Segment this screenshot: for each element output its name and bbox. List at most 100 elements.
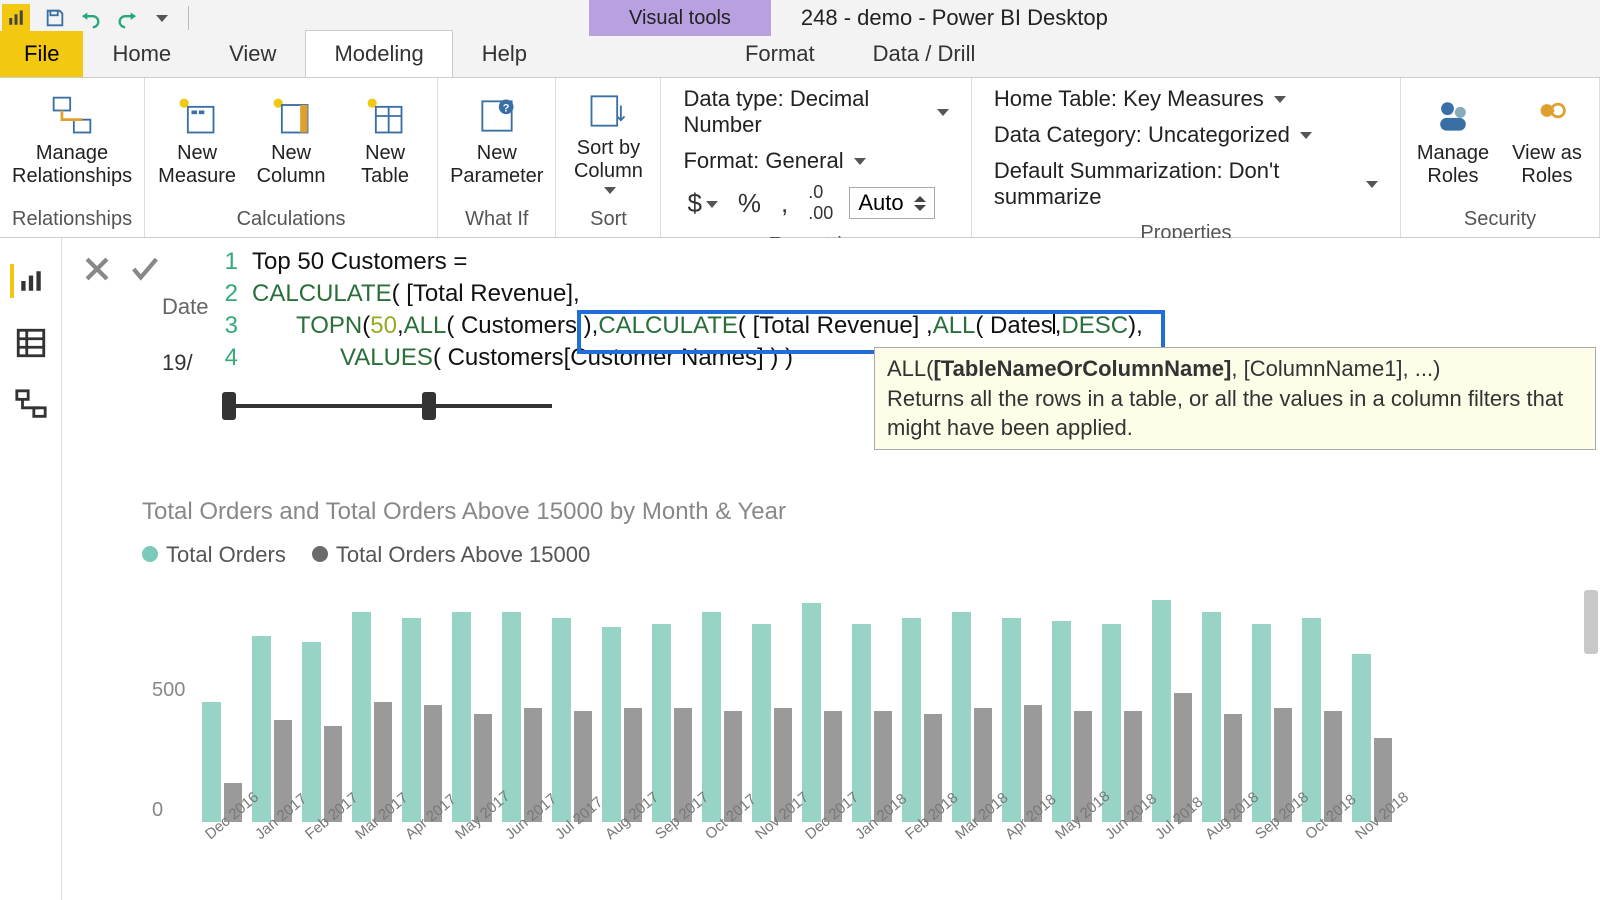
bar-pair	[1052, 621, 1092, 822]
bar-total-orders	[902, 618, 921, 822]
percent-button[interactable]: %	[734, 188, 765, 219]
svg-text:?: ?	[503, 102, 510, 114]
tooltip-description: Returns all the rows in a table, or all …	[887, 384, 1583, 443]
decimal-places-input[interactable]: Auto	[849, 187, 934, 219]
default-summarization-dropdown[interactable]: Default Summarization: Don't summarize	[984, 154, 1388, 214]
undo-icon[interactable]	[80, 7, 102, 29]
chevron-down-icon	[1366, 181, 1378, 188]
app-logo-icon	[2, 4, 30, 32]
new-parameter-button[interactable]: ? New Parameter	[450, 94, 543, 188]
button-label: View as Roles	[1512, 142, 1582, 188]
manage-roles-button[interactable]: Manage Roles	[1413, 94, 1493, 188]
bar-pair	[1202, 612, 1242, 822]
chart-bars	[202, 582, 1580, 822]
home-table-dropdown[interactable]: Home Table: Key Measures	[984, 82, 1296, 116]
column-chart-visual[interactable]: Total Orders and Total Orders Above 1500…	[142, 498, 1580, 898]
y-axis: 500 0	[152, 582, 185, 822]
group-label: What If	[438, 204, 555, 237]
tab-format[interactable]: Format	[716, 30, 844, 77]
tab-home[interactable]: Home	[83, 30, 200, 77]
button-label: Manage Relationships	[12, 142, 132, 188]
new-table-button[interactable]: New Table	[345, 94, 425, 188]
model-view-icon[interactable]	[14, 388, 48, 422]
bar-total-orders	[1002, 618, 1021, 822]
tooltip-signature: ALL([TableNameOrColumnName], [ColumnName…	[887, 354, 1583, 384]
data-category-dropdown[interactable]: Data Category: Uncategorized	[984, 118, 1322, 152]
slicer-label: Date	[162, 294, 208, 320]
dropdown-icon[interactable]	[604, 187, 616, 194]
save-icon[interactable]	[44, 7, 66, 29]
ribbon-group-security: Manage Roles View as Roles Security	[1401, 78, 1600, 237]
tab-data-drill[interactable]: Data / Drill	[844, 30, 1005, 77]
bar-total-orders	[1252, 624, 1271, 822]
bar-total-orders	[602, 627, 621, 822]
group-label: Relationships	[0, 204, 144, 237]
date-slicer[interactable]: Date 19/	[162, 294, 208, 376]
view-as-roles-button[interactable]: View as Roles	[1507, 94, 1587, 188]
bar-pair	[1002, 618, 1042, 822]
view-switcher	[0, 238, 62, 900]
button-label: New Measure	[158, 142, 236, 188]
button-label: Sort by Column	[574, 137, 643, 183]
bar-total-orders	[302, 642, 321, 822]
bar-total-orders	[702, 612, 721, 822]
report-view-icon[interactable]	[10, 264, 44, 298]
bar-pair	[952, 612, 992, 822]
bar-pair	[452, 612, 492, 822]
spinner-icon[interactable]	[914, 196, 926, 211]
slicer-value: 19/	[162, 350, 208, 376]
bar-pair	[902, 618, 942, 822]
bar-pair	[302, 642, 342, 822]
bar-pair	[502, 612, 542, 822]
button-label: New Column	[257, 142, 326, 188]
bar-pair	[1152, 600, 1192, 822]
bar-total-orders	[1052, 621, 1071, 822]
bar-total-orders	[1202, 612, 1221, 822]
bar-total-orders	[402, 618, 421, 822]
scrollbar-thumb[interactable]	[1584, 590, 1598, 654]
slider-handle-right[interactable]	[422, 392, 436, 420]
date-slider[interactable]	[222, 398, 552, 414]
sort-by-column-button[interactable]: Sort by Column	[568, 89, 648, 194]
bar-total-orders	[1152, 600, 1171, 822]
tab-view[interactable]: View	[200, 30, 305, 77]
bar-total-orders	[652, 624, 671, 822]
commit-formula-icon[interactable]	[128, 252, 162, 286]
bar-pair	[1102, 624, 1142, 822]
tab-modeling[interactable]: Modeling	[305, 30, 452, 77]
chevron-down-icon	[1300, 132, 1312, 139]
chevron-down-icon	[854, 158, 866, 165]
separator	[188, 6, 189, 30]
chart-legend: Total Orders Total Orders Above 15000	[142, 542, 1580, 568]
legend-marker-icon	[142, 546, 158, 562]
bar-pair	[852, 624, 892, 822]
data-view-icon[interactable]	[14, 326, 48, 360]
manage-relationships-button[interactable]: Manage Relationships	[12, 94, 132, 188]
intellisense-tooltip: ALL([TableNameOrColumnName], [ColumnName…	[874, 347, 1596, 450]
new-measure-button[interactable]: New Measure	[157, 94, 237, 188]
ribbon: Manage Relationships Relationships New M…	[0, 78, 1600, 238]
thousands-separator-button[interactable]: ,	[777, 188, 792, 219]
cancel-formula-icon[interactable]	[80, 252, 114, 286]
bar-total-orders	[1352, 654, 1371, 822]
tab-file[interactable]: File	[0, 31, 83, 77]
button-label: Manage Roles	[1417, 142, 1489, 188]
bar-pair	[1302, 618, 1342, 822]
bar-pair	[252, 636, 292, 822]
bar-pair	[702, 612, 742, 822]
chevron-down-icon	[937, 109, 949, 116]
bar-pair	[752, 624, 792, 822]
redo-icon[interactable]	[116, 7, 138, 29]
bar-pair	[552, 618, 592, 822]
data-type-dropdown[interactable]: Data type: Decimal Number	[673, 82, 958, 142]
currency-button[interactable]: $	[683, 188, 721, 219]
new-column-button[interactable]: New Column	[251, 94, 331, 188]
format-dropdown[interactable]: Format: General	[673, 144, 875, 178]
qat-dropdown-icon[interactable]	[156, 15, 168, 22]
report-canvas: 1Top 50 Customers = 2CALCULATE( [Total R…	[62, 238, 1600, 900]
bar-pair	[802, 603, 842, 822]
decimal-icon[interactable]: .0.00	[804, 182, 837, 224]
group-label: Security	[1401, 204, 1599, 237]
slider-handle-left[interactable]	[222, 392, 236, 420]
tab-help[interactable]: Help	[453, 30, 556, 77]
